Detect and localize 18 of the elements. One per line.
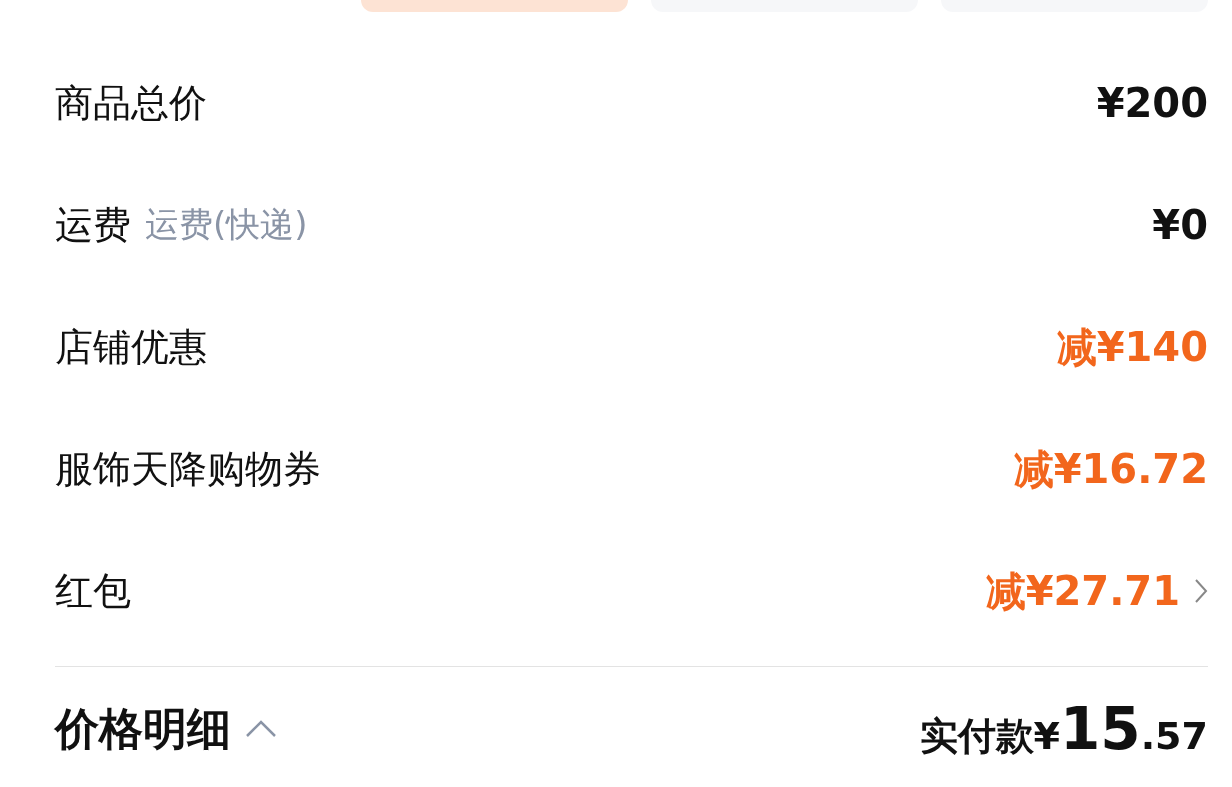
row-amount: 减¥140 xyxy=(1056,322,1208,372)
row-amount: ¥200 xyxy=(1096,80,1208,126)
row-label: 红包 xyxy=(55,567,131,615)
caret-icon[interactable] xyxy=(245,719,277,739)
section-title: 价格明细 xyxy=(55,701,231,756)
row-amount: 减¥16.72 xyxy=(1013,444,1208,494)
row-label: 商品总价 xyxy=(55,79,207,127)
payment-label: 实付款¥ xyxy=(919,713,1060,760)
payment-decimal: .57 xyxy=(1140,714,1208,758)
row-label: 店铺优惠 xyxy=(55,323,207,371)
payment-integer: 15 xyxy=(1059,695,1141,763)
row-amount: ¥0 xyxy=(1152,202,1208,248)
row-label: 运费 xyxy=(55,201,131,249)
row-label: 服饰天降购物券 xyxy=(55,445,321,493)
row-amount: 减¥27.71 xyxy=(985,566,1180,616)
option-card[interactable] xyxy=(361,0,628,12)
row-note: 运费(快递) xyxy=(145,203,308,246)
chevron-right-icon[interactable] xyxy=(1194,578,1208,604)
